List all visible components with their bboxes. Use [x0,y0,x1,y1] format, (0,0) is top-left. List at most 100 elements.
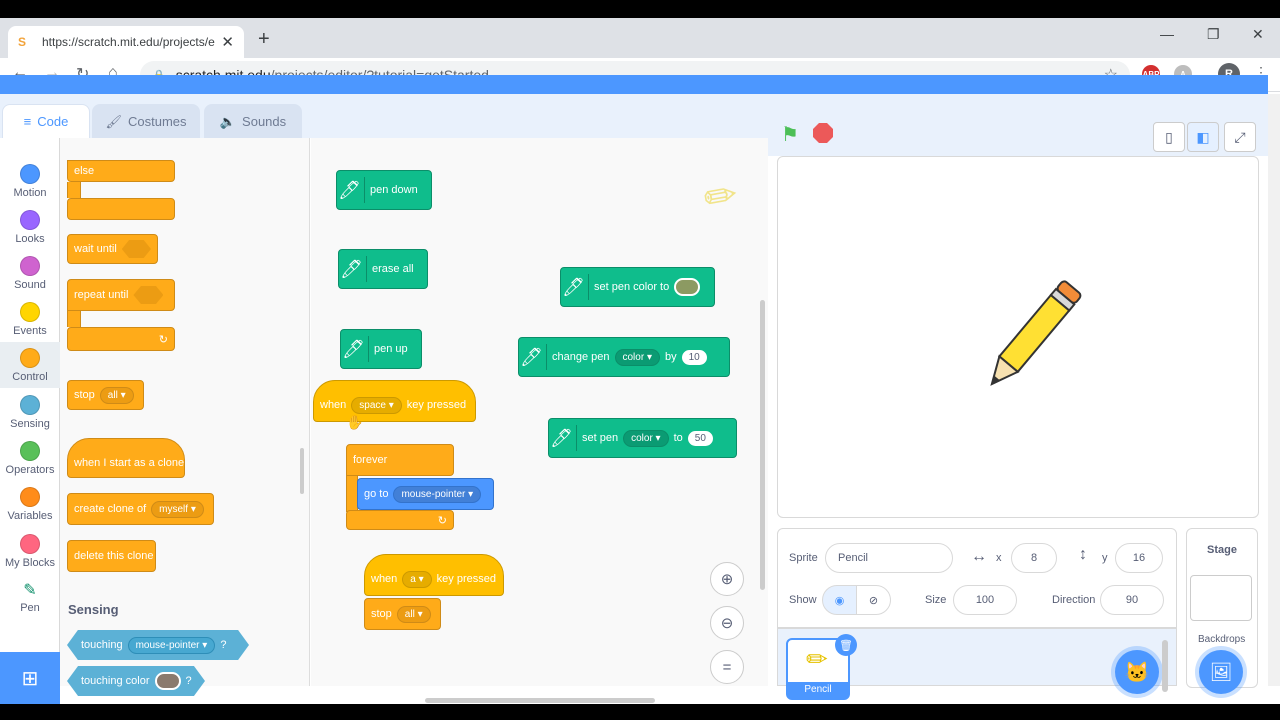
block-text: set pen [582,432,619,444]
zoom-reset-button[interactable]: = [710,650,744,684]
direction-label: Direction [1052,594,1096,606]
delete-sprite-button[interactable]: 🗑 [835,634,857,656]
block-text: key pressed [406,399,467,411]
forever-block[interactable]: forever [346,444,454,476]
palette-repeat-until-bottom[interactable]: ↻ [67,327,175,351]
category-motion[interactable]: Motion [0,158,60,204]
category-label: Sensing [10,418,50,430]
zoom-in-icon: ⊕ [720,571,734,588]
sprite-name-input[interactable]: Pencil [825,543,953,573]
pen-color-swatch[interactable] [674,278,701,296]
stop-dropdown[interactable]: all ▾ [99,386,134,404]
category-looks[interactable]: Looks [0,204,60,250]
tab-costumes[interactable]: 🖌 Costumes [92,104,200,138]
restore-icon[interactable]: ❐ [1207,26,1220,43]
palette-repeat-until-block[interactable]: repeat until [67,279,175,311]
palette-c-block-bottom[interactable] [67,198,175,220]
size-input[interactable]: 100 [953,585,1017,615]
change-value-input[interactable]: 10 [681,349,707,365]
stop-sign-icon[interactable] [813,123,833,143]
tab-code[interactable]: ≡ Code [2,104,90,138]
clone-dropdown[interactable]: myself ▾ [151,500,204,518]
block-text: when [320,399,347,411]
add-extension-button[interactable]: ⊞ [0,652,60,704]
fullscreen-icon: ⤢ [1234,128,1246,145]
palette-touching-block[interactable]: touching mouse-pointer ▾? [67,630,249,660]
change-pen-block[interactable]: 🖊 change pen color ▾ by 10 [518,337,730,377]
go-to-block[interactable]: go to mouse-pointer ▾ [357,478,494,510]
show-hidden-button[interactable]: ⊘ [856,585,891,615]
pencil-sprite[interactable] [973,265,1093,405]
stop-dropdown[interactable]: all ▾ [396,605,431,623]
choose-backdrop-button[interactable]: 🖼 [1199,650,1243,694]
choose-sprite-button[interactable]: 🐱 [1115,650,1159,694]
new-tab-button[interactable]: + [258,28,270,51]
stage-canvas[interactable] [777,156,1259,518]
category-operators[interactable]: Operators [0,435,60,481]
category-sensing[interactable]: Sensing [0,389,60,435]
key-dropdown[interactable]: a ▾ [402,570,432,588]
pen-category-icon: ✎ [23,582,37,599]
erase-all-block[interactable]: 🖊 erase all [338,249,428,289]
fullscreen-button[interactable]: ⤢ [1224,122,1256,152]
show-label: Show [789,594,817,606]
y-input[interactable]: 16 [1115,543,1163,573]
go-to-dropdown[interactable]: mouse-pointer ▾ [393,485,482,503]
workspace-horizontal-scrollbar[interactable] [425,698,655,703]
close-window-icon[interactable]: ✕ [1252,26,1264,43]
set-pen-block[interactable]: 🖊 set pen color ▾ to 50 [548,418,737,458]
pen-icon: 🖊 [342,336,369,362]
minimize-icon[interactable]: — [1160,26,1174,42]
when-space-key-hat[interactable]: when space ▾ key pressed [313,380,476,422]
palette-else-block[interactable]: else [67,160,175,182]
sprite-list-scrollbar[interactable] [1162,640,1168,692]
palette-scrollbar[interactable] [300,448,304,494]
block-text: stop [74,389,95,401]
pen-up-block[interactable]: 🖊 pen up [340,329,422,369]
forever-bottom[interactable]: ↻ [346,510,454,530]
zoom-out-button[interactable]: ⊖ [710,606,744,640]
browser-tab[interactable]: S https://scratch.mit.edu/projects/e ✕ [8,26,244,58]
sprite-thumb-name: Pencil [788,682,848,698]
x-input[interactable]: 8 [1011,543,1057,573]
category-label: Operators [5,464,55,476]
touching-dropdown[interactable]: mouse-pointer ▾ [127,636,216,654]
palette-stop-block[interactable]: stop all ▾ [67,380,144,410]
scratch-favicon-icon: S [18,35,27,49]
set-pen-color-block[interactable]: 🖊 set pen color to [560,267,715,307]
category-my-blocks[interactable]: My Blocks [0,528,60,574]
small-stage-button[interactable]: ▯ [1153,122,1185,152]
key-dropdown[interactable]: space ▾ [351,396,402,414]
stage-thumbnail[interactable] [1190,575,1252,621]
zoom-in-button[interactable]: ⊕ [710,562,744,596]
block-text: stop [371,608,392,620]
palette-delete-clone-block[interactable]: delete this clone [67,540,156,572]
block-text: pen up [374,343,408,355]
category-variables[interactable]: Variables [0,481,60,527]
palette-create-clone-block[interactable]: create clone of myself ▾ [67,493,214,525]
category-pen[interactable]: ✎ Pen [0,574,60,620]
large-stage-button[interactable]: ◧ [1187,122,1219,152]
green-flag-icon[interactable]: ⚑ [781,122,799,147]
palette-wait-until-block[interactable]: wait until [67,234,158,264]
direction-input[interactable]: 90 [1100,585,1164,615]
category-control[interactable]: Control [0,342,60,388]
show-visible-button[interactable]: ◉ [822,585,857,615]
palette-when-clone-hat[interactable]: when I start as a clone [67,438,185,478]
workspace-vertical-scrollbar[interactable] [760,300,765,590]
set-pen-dropdown[interactable]: color ▾ [623,429,669,447]
palette-touching-color-block[interactable]: touching color? [67,666,205,696]
set-value-input[interactable]: 50 [687,430,713,446]
close-tab-icon[interactable]: ✕ [221,33,234,51]
change-pen-dropdown[interactable]: color ▾ [614,348,660,366]
category-label: My Blocks [4,557,56,569]
when-a-key-hat[interactable]: when a ▾ key pressed [364,554,504,596]
category-menu: Motion Looks Sound Events Control Sensin… [0,138,60,686]
category-sound[interactable]: Sound [0,250,60,296]
tab-sounds[interactable]: 🔈 Sounds [204,104,302,138]
color-swatch[interactable] [154,672,181,690]
page-vertical-scrollbar[interactable] [1268,94,1280,686]
stop-all-block[interactable]: stop all ▾ [364,598,441,630]
category-events[interactable]: Events [0,296,60,342]
pen-down-block[interactable]: 🖊 pen down [336,170,432,210]
